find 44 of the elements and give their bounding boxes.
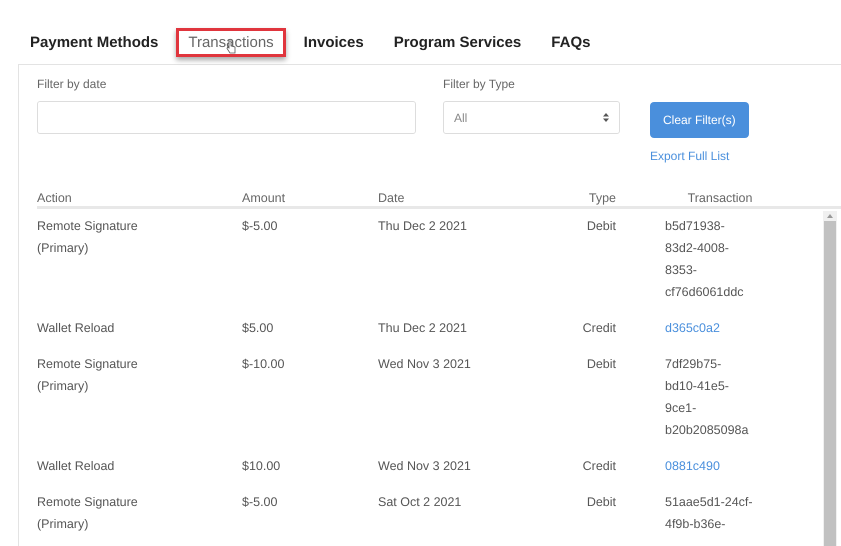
updown-caret-icon (603, 113, 609, 122)
column-header: Action (37, 190, 73, 206)
scrollbar[interactable] (823, 211, 837, 546)
table-cell-text: Thu Dec 2 2021 (378, 218, 468, 235)
table-cell-text: Credit (582, 458, 616, 475)
table-cell-text: Wed Nov 3 2021 (378, 356, 472, 373)
table-cell-text: $-5.00 (242, 494, 278, 511)
column-header: Transaction (686, 190, 754, 206)
date-input-field[interactable] (37, 101, 416, 134)
table-cell-text: Remote Signature (Primary) (37, 494, 139, 533)
filter-label: Filter by date (37, 77, 106, 91)
column-header: Type (588, 190, 616, 206)
table-cell-text: $-5.00 (242, 218, 278, 235)
table-cell-text: b5d71938- 83d2-4008- 8353- cf76d6061ddc (665, 218, 745, 301)
table-cell-text: 7df29b75- bd10-41e5- 9ce1- b20b2085098a (665, 356, 750, 439)
scroll-up-arrow-icon[interactable] (827, 214, 833, 218)
table-cell-text: Remote Signature (Primary) (37, 356, 139, 395)
table-cell-text: Sat Oct 2 2021 (378, 494, 462, 511)
tab[interactable]: Program Services (382, 28, 534, 57)
filter-label: Filter by Type (443, 77, 515, 91)
transaction-link[interactable]: d365c0a2 (665, 317, 775, 339)
clear-filters-button[interactable]: Clear Filter(s) (650, 102, 749, 138)
table-cell-text: Remote Signature (Primary) (37, 218, 139, 257)
table-cell-text: Wallet Reload (37, 458, 116, 475)
table-cell-text: Wed Nov 3 2021 (378, 458, 472, 475)
table-cell-text: $10.00 (242, 458, 282, 475)
table-cell-text: $5.00 (242, 320, 274, 337)
column-header: Date (378, 190, 406, 206)
table-cell-text: Debit (586, 356, 616, 373)
export-link[interactable]: Export Full List (650, 149, 730, 163)
table-cell-text: Thu Dec 2 2021 (378, 320, 468, 337)
table-cell-text: $-10.00 (242, 356, 286, 373)
tab[interactable]: Invoices (292, 28, 376, 57)
table-cell-text: Debit (586, 218, 616, 235)
table-cell-text: 51aae5d1-24cf- 4f9b-b36e- (665, 494, 754, 533)
tab[interactable]: FAQs (539, 28, 602, 57)
type-select[interactable]: All (443, 101, 620, 134)
tab[interactable]: Payment Methods (18, 28, 170, 57)
table-cell-text: Credit (582, 320, 616, 337)
table-cell-text: Wallet Reload (37, 320, 116, 337)
transaction-link[interactable]: 0881c490 (665, 455, 775, 477)
tab[interactable]: Transactions (176, 28, 286, 57)
table-cell-text: Debit (586, 494, 616, 511)
column-header: Amount (242, 190, 286, 206)
